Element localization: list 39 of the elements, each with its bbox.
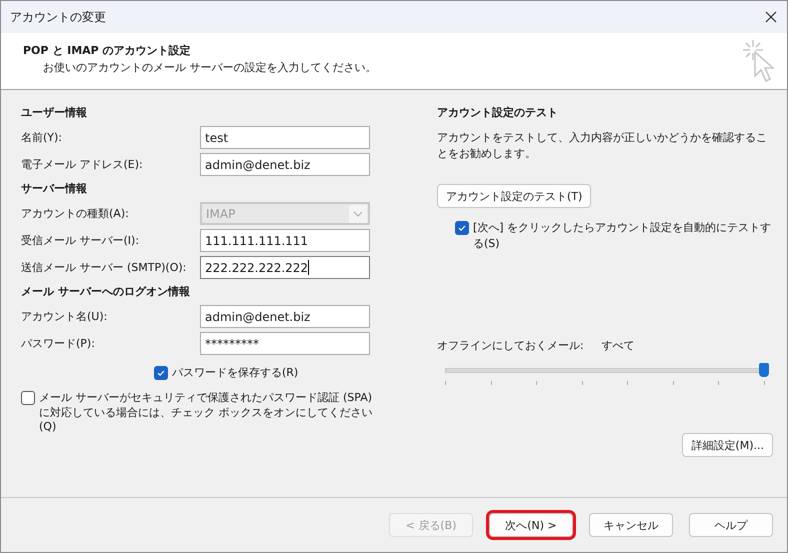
offline-value: すべて: [602, 338, 635, 353]
check-icon: [156, 368, 166, 378]
text-field[interactable]: *********: [200, 332, 370, 355]
footer-button[interactable]: 次へ(N) >: [489, 513, 573, 537]
field-label: パスワード(P):: [21, 336, 95, 351]
slider-thumb[interactable]: [759, 363, 769, 377]
footer-button[interactable]: ヘルプ: [689, 513, 773, 537]
header-title: POP と IMAP のアカウント設定: [23, 43, 192, 58]
text-field[interactable]: 222.222.222.222: [200, 256, 370, 279]
text-field[interactable]: admin@denet.biz: [200, 305, 370, 328]
section-heading: アカウント設定のテスト: [437, 105, 559, 121]
description-text: アカウントをテストして、入力内容が正しいかどうかを確認することをお勧めします。: [437, 130, 768, 162]
section-heading: ユーザー情報: [21, 105, 88, 121]
checkbox-label: パスワードを保存する(R): [172, 365, 298, 380]
checkbox[interactable]: [154, 366, 168, 380]
field-label: 電子メール アドレス(E):: [21, 157, 143, 172]
checkbox[interactable]: [21, 391, 35, 405]
advanced-settings-button[interactable]: 詳細設定(M)...: [682, 433, 773, 457]
field-label: アカウントの種類(A):: [21, 206, 129, 221]
field-label: 受信メール サーバー(I):: [21, 233, 140, 248]
text-field[interactable]: 111.111.111.111: [200, 229, 370, 252]
text-field[interactable]: admin@denet.biz: [200, 153, 370, 176]
checkbox-label: メール サーバーがセキュリティで保護されたパスワード認証 (SPA) に対応している場合には、チェック ボックスをオンにしてください(Q): [39, 390, 374, 433]
test-settings-button[interactable]: アカウント設定のテスト(T): [437, 184, 592, 208]
field-label: アカウント名(U):: [21, 309, 108, 324]
sparkle-cursor-icon: [741, 38, 775, 84]
text-field[interactable]: test: [200, 126, 370, 149]
field-label: 送信メール サーバー (SMTP)(O):: [21, 260, 186, 275]
window-title: アカウントの変更: [10, 8, 106, 26]
checkbox-label: [次へ] をクリックしたらアカウント設定を自動的にテストする(S): [473, 220, 772, 252]
section-heading: メール サーバーへのログオン情報: [21, 284, 191, 300]
check-icon: [457, 223, 467, 233]
header-subtitle: お使いのアカウントのメール サーバーの設定を入力してください。: [42, 60, 376, 75]
footer-button[interactable]: キャンセル: [589, 513, 673, 537]
checkbox[interactable]: [455, 221, 469, 235]
section-heading: サーバー情報: [21, 181, 88, 197]
close-icon[interactable]: [765, 11, 777, 23]
offline-label: オフラインにしておくメール:: [437, 338, 584, 353]
field-label: 名前(Y):: [21, 130, 62, 145]
